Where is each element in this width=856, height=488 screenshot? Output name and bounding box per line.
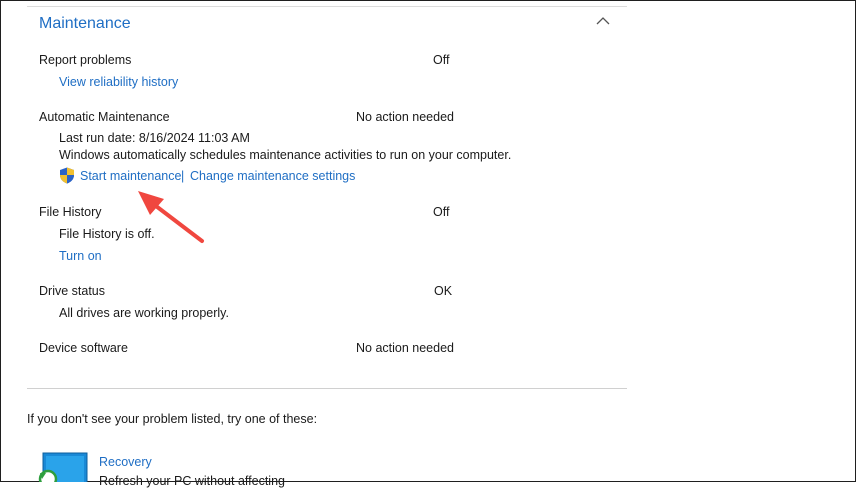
last-run-date: Last run date: 8/16/2024 11:03 AM xyxy=(59,131,250,145)
file-history-status: Off xyxy=(433,205,450,219)
recovery-description: Refresh your PC without affecting xyxy=(99,474,285,488)
maintenance-description: Windows automatically schedules maintena… xyxy=(59,148,512,162)
file-history-label: File History xyxy=(39,205,102,219)
uac-shield-icon xyxy=(60,167,74,184)
report-problems-status: Off xyxy=(433,53,450,67)
recovery-icon[interactable] xyxy=(38,451,88,482)
file-history-description: File History is off. xyxy=(59,227,155,241)
section-divider xyxy=(27,388,627,389)
view-reliability-history-link[interactable]: View reliability history xyxy=(59,75,178,89)
drive-status-value: OK xyxy=(434,284,453,298)
start-maintenance-link[interactable]: Start maintenance xyxy=(80,169,181,183)
maintenance-section-title[interactable]: Maintenance xyxy=(39,15,131,33)
window-frame xyxy=(0,0,856,482)
recovery-link[interactable]: Recovery xyxy=(99,455,152,469)
drive-status-description: All drives are working properly. xyxy=(59,306,229,320)
change-maintenance-settings-link[interactable]: Change maintenance settings xyxy=(190,169,355,183)
turn-on-link[interactable]: Turn on xyxy=(59,249,102,263)
link-separator: | xyxy=(181,169,185,183)
device-software-label: Device software xyxy=(39,341,128,355)
report-problems-label: Report problems xyxy=(39,53,132,67)
troubleshoot-prompt: If you don't see your problem listed, tr… xyxy=(27,412,318,426)
chevron-up-icon[interactable] xyxy=(596,16,610,26)
top-divider xyxy=(27,6,627,7)
automatic-maintenance-label: Automatic Maintenance xyxy=(39,110,170,124)
drive-status-label: Drive status xyxy=(39,284,105,298)
device-software-status: No action needed xyxy=(356,341,454,355)
automatic-maintenance-status: No action needed xyxy=(356,110,454,124)
